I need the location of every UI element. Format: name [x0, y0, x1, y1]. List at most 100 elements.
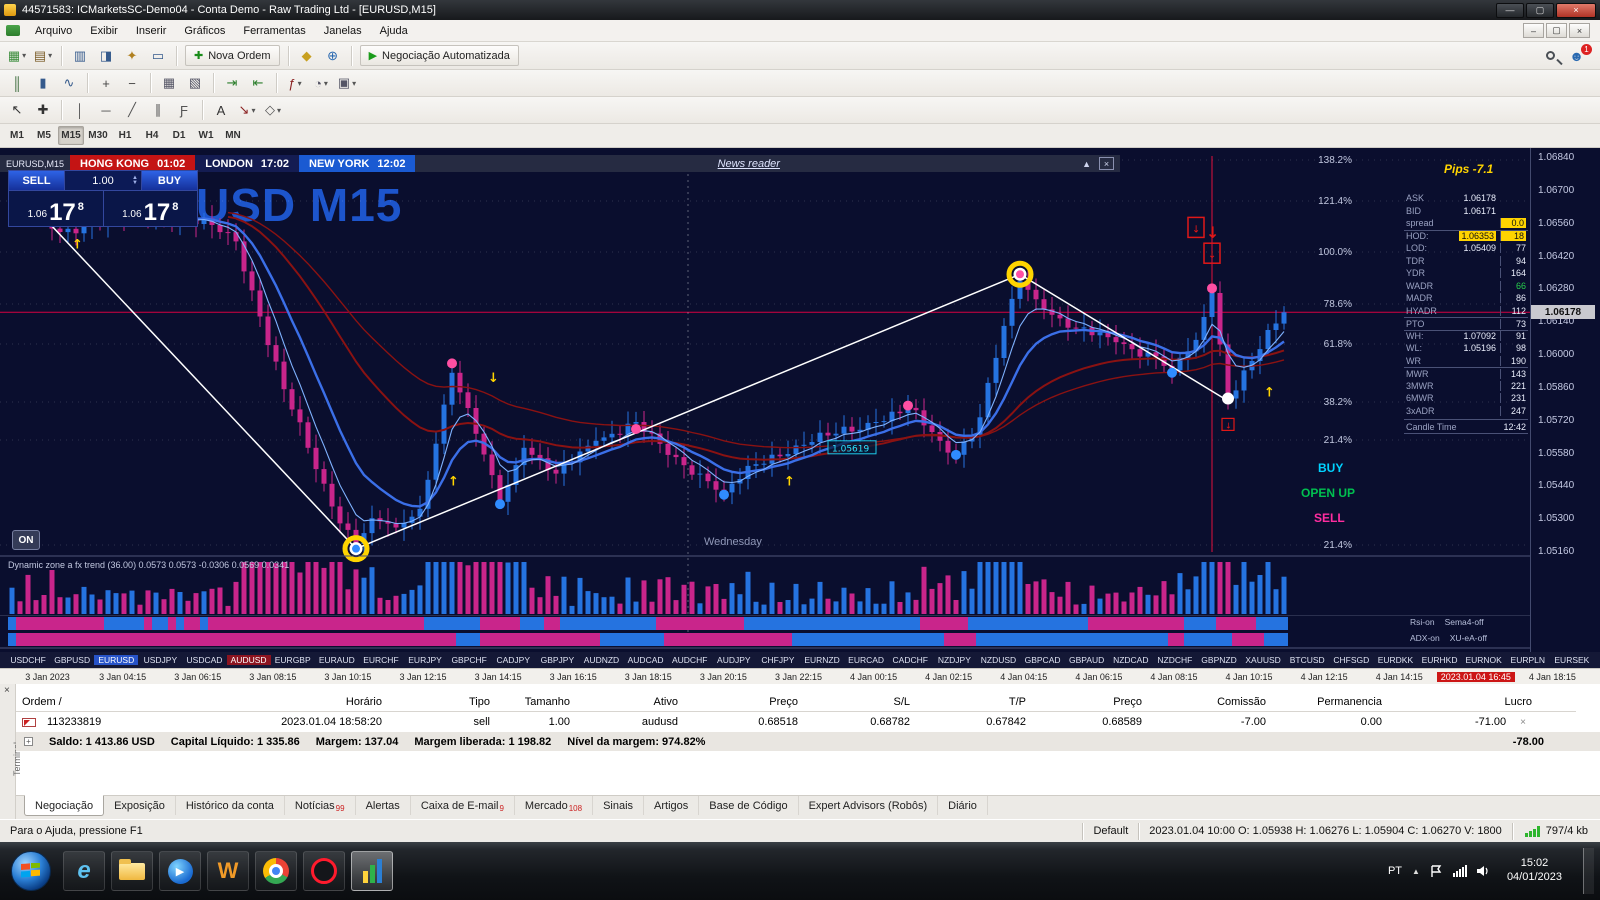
expand-icon[interactable]: + — [24, 737, 33, 746]
text-label-icon[interactable]: A — [209, 99, 233, 121]
ticker-symbol-eursek[interactable]: EURSEK — [1550, 655, 1594, 665]
volume-stepper[interactable]: 1.00 ▲ ▼ — [64, 171, 142, 190]
zoom-in-icon[interactable]: + — [94, 72, 118, 94]
folder-explorer-taskbar-button[interactable] — [111, 851, 153, 891]
column-header-tipo[interactable]: Tipo — [388, 696, 496, 708]
line-chart-icon[interactable]: ∿ — [57, 72, 81, 94]
ticker-symbol-cadchf[interactable]: CADCHF — [888, 655, 932, 665]
ticker-symbol-eurgbp[interactable]: EURGBP — [271, 655, 315, 665]
ticker-symbol-gbpchf[interactable]: GBPCHF — [447, 655, 491, 665]
mdi-restore-button[interactable]: ▢ — [1546, 23, 1567, 38]
ticker-symbol-nzdusd[interactable]: NZDUSD — [976, 655, 1020, 665]
ticker-symbol-eurnzd[interactable]: EURNZD — [800, 655, 844, 665]
menu-item-janelas[interactable]: Janelas — [315, 22, 371, 40]
tab-caixa-de-e-mail[interactable]: Caixa de E-mail 9 — [411, 796, 515, 815]
ticker-symbol-xauusd[interactable]: XAUUSD — [1241, 655, 1285, 665]
tab-exposi-o[interactable]: Exposição — [104, 796, 176, 815]
navigator-icon[interactable]: ✦ — [120, 45, 144, 67]
price-axis[interactable]: 1.06840 1.06700 1.06560 1.06420 1.06280 1.061… — [1530, 148, 1600, 652]
indicators-icon[interactable]: ƒ ▾ — [283, 72, 307, 94]
column-header-preço[interactable]: Preço — [684, 696, 804, 708]
timeframe-w1[interactable]: W1 — [193, 126, 219, 145]
action-center-flag-icon[interactable] — [1430, 864, 1443, 878]
tab-hist-rico-da-conta[interactable]: Histórico da conta — [176, 796, 285, 815]
candle-chart-icon[interactable]: ▮ — [31, 72, 55, 94]
ticker-symbol-gbpjpy[interactable]: GBPJPY — [535, 655, 579, 665]
network-icon[interactable] — [1452, 865, 1467, 877]
column-header-comissão[interactable]: Comissão — [1148, 696, 1272, 708]
mdi-minimize-button[interactable]: – — [1523, 23, 1544, 38]
ticker-symbol-eurcad[interactable]: EURCAD — [844, 655, 888, 665]
media-player-taskbar-button[interactable]: ▶ — [159, 851, 201, 891]
metatrader-taskbar-button[interactable] — [351, 851, 393, 891]
minimize-button[interactable]: — — [1496, 2, 1524, 18]
ticker-symbol-btcusd[interactable]: BTCUSD — [1285, 655, 1329, 665]
terminal-close-button[interactable]: × — [4, 685, 10, 696]
ticker-symbol-nzdchf[interactable]: NZDCHF — [1153, 655, 1197, 665]
bar-chart-icon[interactable]: ║ — [5, 72, 29, 94]
maximize-button[interactable]: ▢ — [1526, 2, 1554, 18]
buy-button[interactable]: BUY — [142, 171, 197, 190]
ticker-symbol-chfsgd[interactable]: CHFSGD — [1329, 655, 1373, 665]
timeframe-h4[interactable]: H4 — [139, 126, 165, 145]
arrow-objects-icon[interactable]: ↘ ▾ — [235, 99, 259, 121]
menu-item-ajuda[interactable]: Ajuda — [371, 22, 417, 40]
news-close-button[interactable]: × — [1099, 157, 1115, 170]
ticker-symbol-eurjpy[interactable]: EURJPY — [403, 655, 447, 665]
date-axis[interactable]: 3 Jan 2023 3 Jan 04:15 3 Jan 06:15 3 Jan 08… — [0, 668, 1600, 684]
zoom-out-icon[interactable]: − — [120, 72, 144, 94]
chrome-taskbar-button[interactable] — [255, 851, 297, 891]
tab-not-cias[interactable]: Notícias 99 — [285, 796, 356, 815]
ticker-symbol-eurhkd[interactable]: EURHKD — [1418, 655, 1462, 665]
column-header-tamanho[interactable]: Tamanho — [496, 696, 576, 708]
taskbar-clock[interactable]: 15:02 04/01/2023 — [1501, 857, 1568, 885]
on-button[interactable]: ON — [12, 530, 40, 550]
sell-button[interactable]: SELL — [9, 171, 64, 190]
timeframe-m1[interactable]: M1 — [4, 126, 30, 145]
internet-explorer-taskbar-button[interactable]: e — [63, 851, 105, 891]
tab-negocia-o[interactable]: Negociação — [24, 795, 105, 816]
ticker-symbol-eurusd[interactable]: EURUSD — [94, 655, 139, 665]
cursor-icon[interactable]: ↖ — [5, 99, 29, 121]
column-header-horário[interactable]: Horário — [136, 696, 388, 708]
column-header-lucro[interactable]: Lucro — [1388, 696, 1538, 708]
tab-alertas[interactable]: Alertas — [356, 796, 411, 815]
close-position-button[interactable]: × — [1514, 717, 1532, 728]
shapes-icon[interactable]: ◇ ▾ — [261, 99, 285, 121]
tray-expand-icon[interactable]: ▲ — [1412, 867, 1420, 876]
fibonacci-icon[interactable]: Ƒ — [172, 99, 196, 121]
tab-expert-advisors-rob-s-[interactable]: Expert Advisors (Robôs) — [799, 796, 939, 815]
trendline-icon[interactable]: ╱ — [120, 99, 144, 121]
nova-ordem-button[interactable]: ✚ Nova Ordem — [185, 45, 280, 66]
mdi-close-button[interactable]: × — [1569, 23, 1590, 38]
periods-icon[interactable]: ◔ ▾ — [309, 72, 333, 94]
ticker-symbol-audcad[interactable]: AUDCAD — [624, 655, 668, 665]
sell-price[interactable]: 1.06 17 8 — [9, 191, 104, 226]
column-header-permanencia[interactable]: Permanencia — [1272, 696, 1388, 708]
volume-spin-icons[interactable]: ▲ ▼ — [132, 175, 138, 186]
opera-taskbar-button[interactable] — [303, 851, 345, 891]
timeframe-h1[interactable]: H1 — [112, 126, 138, 145]
w-app-taskbar-button[interactable]: W — [207, 851, 249, 891]
ticker-symbol-audusd[interactable]: AUDUSD — [226, 655, 271, 665]
menu-item-ferramentas[interactable]: Ferramentas — [234, 22, 314, 40]
ticker-symbol-eurpln[interactable]: EURPLN — [1506, 655, 1550, 665]
ticker-symbol-audchf[interactable]: AUDCHF — [668, 655, 712, 665]
ticker-symbol-eurdkk[interactable]: EURDKK — [1373, 655, 1417, 665]
templates-icon[interactable]: ▣ ▾ — [335, 72, 359, 94]
volume-icon[interactable] — [1476, 865, 1491, 877]
metaeditor-icon[interactable]: ◆ — [295, 45, 319, 67]
search-icon[interactable] — [1546, 51, 1556, 60]
ticker-symbol-gbpaud[interactable]: GBPAUD — [1065, 655, 1109, 665]
terminal-panel-icon[interactable]: ▭ — [146, 45, 170, 67]
buy-price[interactable]: 1.06 17 8 — [104, 191, 198, 226]
tab-mercado[interactable]: Mercado 108 — [515, 796, 594, 815]
timeframe-mn[interactable]: MN — [220, 126, 246, 145]
timeframe-m15[interactable]: M15 — [58, 126, 84, 145]
news-reader-link[interactable]: News reader — [718, 158, 780, 170]
start-button[interactable] — [11, 851, 51, 891]
horizontal-line-icon[interactable]: ─ — [94, 99, 118, 121]
autotrading-button[interactable]: ▶ Negociação Automatizada — [359, 45, 519, 66]
tab-sinais[interactable]: Sinais — [593, 796, 645, 815]
column-header-sl[interactable]: S/L — [804, 696, 916, 708]
